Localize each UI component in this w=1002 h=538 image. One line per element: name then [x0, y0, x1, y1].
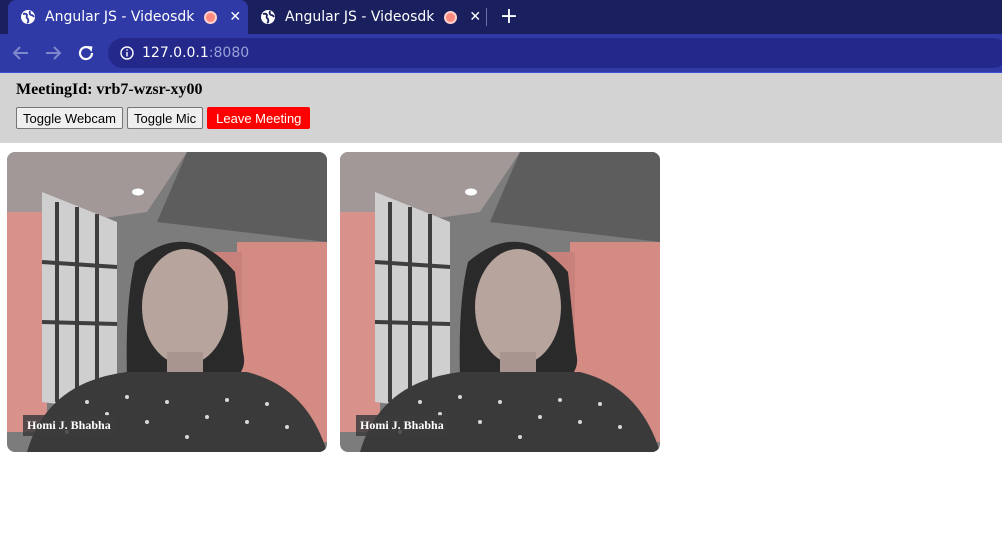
- tab-title: Angular JS - Videosdk: [45, 9, 195, 25]
- participant-grid: Homi J. Bhabha Homi J. Bhabha: [7, 152, 660, 452]
- recording-icon: [444, 10, 458, 24]
- browser-tabstrip: Angular JS - Videosdk ✕ Angular JS - Vid…: [0, 0, 1002, 34]
- url-host: 127.0.0.1: [142, 45, 209, 61]
- webcam-video: [340, 152, 660, 452]
- toggle-webcam-button[interactable]: Toggle Webcam: [16, 107, 123, 129]
- new-tab-button[interactable]: +: [498, 5, 520, 29]
- info-icon: [120, 46, 134, 60]
- participant-name-tag: Homi J. Bhabha: [356, 415, 448, 436]
- recording-icon: [204, 10, 218, 24]
- tab-title: Angular JS - Videosdk: [285, 9, 435, 25]
- participant-video-tile: Homi J. Bhabha: [340, 152, 660, 452]
- meeting-id-label: MeetingId: vrb7-wzsr-xy00: [16, 81, 203, 98]
- page-content: MeetingId: vrb7-wzsr-xy00 Toggle Webcam …: [0, 73, 1002, 538]
- back-button[interactable]: [10, 42, 32, 64]
- leave-meeting-button[interactable]: Leave Meeting: [207, 107, 311, 129]
- meeting-controls: Toggle Webcam Toggle Mic Leave Meeting: [16, 107, 311, 129]
- address-bar[interactable]: 127.0.0.1:8080: [108, 38, 1002, 68]
- browser-tab-2[interactable]: Angular JS - Videosdk ✕: [248, 0, 486, 34]
- participant-name-tag: Homi J. Bhabha: [23, 415, 115, 436]
- toggle-mic-button[interactable]: Toggle Mic: [126, 107, 204, 129]
- close-icon[interactable]: ✕: [469, 10, 481, 24]
- globe-icon: [21, 10, 35, 24]
- arrow-right-icon: [46, 46, 62, 60]
- browser-toolbar: 127.0.0.1:8080: [0, 34, 1002, 74]
- close-icon[interactable]: ✕: [229, 10, 241, 24]
- browser-tab-1[interactable]: Angular JS - Videosdk ✕: [8, 0, 248, 34]
- webcam-video: [7, 152, 327, 452]
- forward-button[interactable]: [42, 42, 64, 64]
- arrow-left-icon: [12, 46, 28, 60]
- globe-icon: [261, 10, 275, 24]
- url-port: :8080: [208, 45, 250, 61]
- meeting-header: MeetingId: vrb7-wzsr-xy00 Toggle Webcam …: [0, 73, 1002, 143]
- reload-button[interactable]: [75, 42, 97, 64]
- tab-separator: [486, 8, 487, 26]
- url-text: 127.0.0.1:8080: [142, 45, 249, 61]
- reload-icon: [78, 45, 94, 61]
- participant-video-tile: Homi J. Bhabha: [7, 152, 327, 452]
